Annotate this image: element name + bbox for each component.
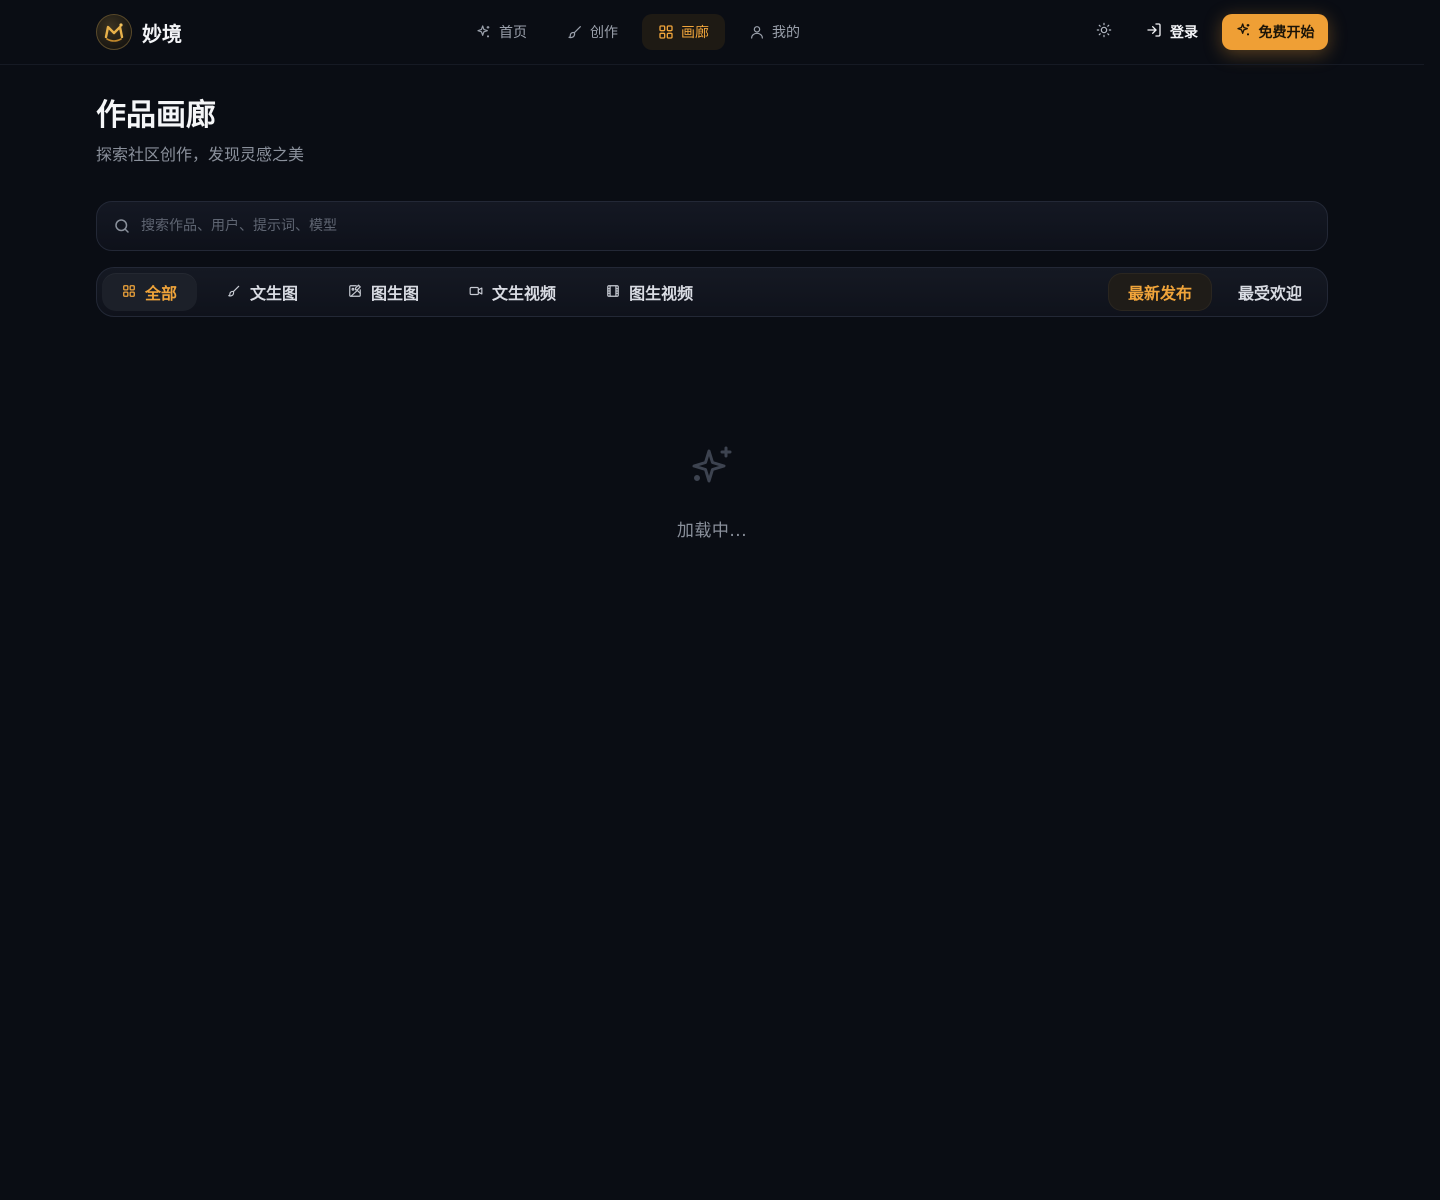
category-chip-text-to-image[interactable]: 文生图	[207, 273, 318, 311]
loading-indicator: 加载中...	[612, 444, 812, 541]
brand-home-link[interactable]: 妙境	[96, 14, 182, 50]
login-button[interactable]: 登录	[1138, 16, 1206, 48]
sun-icon	[1096, 22, 1112, 42]
sparkles-icon	[688, 444, 736, 496]
sort-filter-group: 最新发布 最受欢迎	[1107, 273, 1322, 311]
category-chip-image-to-image[interactable]: 图生图	[328, 273, 439, 311]
nav-item-label: 创作	[590, 25, 618, 41]
nav-item-label: 我的	[772, 25, 800, 41]
theme-toggle-button[interactable]	[1090, 18, 1118, 46]
category-chip-label: 文生图	[250, 284, 299, 303]
main-nav: 首页 创作 画廊 我的	[460, 14, 816, 50]
sparkles-icon	[476, 24, 492, 40]
sort-chip-popular[interactable]: 最受欢迎	[1218, 273, 1322, 311]
sort-chip-latest[interactable]: 最新发布	[1107, 273, 1212, 311]
start-free-button[interactable]: 免费开始	[1222, 14, 1328, 50]
category-chip-label: 全部	[145, 284, 178, 303]
brand-logo-icon	[96, 14, 132, 50]
nav-item-create[interactable]: 创作	[551, 14, 634, 50]
header-divider	[0, 64, 1424, 65]
user-icon	[749, 24, 765, 40]
category-chip-image-to-video[interactable]: 图生视频	[586, 273, 713, 311]
nav-item-label: 画廊	[681, 25, 709, 41]
filter-bar: 全部 文生图 图生图 文生视频 图生视频 最新发布 最受欢迎	[96, 267, 1328, 317]
search-box	[96, 201, 1328, 251]
nav-item-gallery[interactable]: 画廊	[642, 14, 725, 50]
brush-icon	[567, 24, 583, 40]
search-icon	[113, 217, 131, 235]
nav-item-home[interactable]: 首页	[460, 14, 543, 50]
nav-item-mine[interactable]: 我的	[733, 14, 816, 50]
grid-icon	[122, 283, 136, 302]
page-subtitle: 探索社区创作，发现灵感之美	[96, 145, 305, 164]
nav-item-label: 首页	[499, 25, 527, 41]
category-chip-text-to-video[interactable]: 文生视频	[449, 273, 576, 311]
login-label: 登录	[1170, 25, 1198, 41]
category-chip-label: 图生图	[371, 284, 420, 303]
image-edit-icon	[348, 283, 362, 302]
page-title: 作品画廊	[96, 98, 216, 133]
category-filter-group: 全部 文生图 图生图 文生视频 图生视频	[102, 273, 713, 311]
start-label: 免费开始	[1258, 25, 1315, 41]
video-camera-icon	[469, 283, 483, 302]
login-icon	[1146, 22, 1162, 42]
category-chip-label: 文生视频	[492, 284, 557, 303]
category-chip-label: 图生视频	[629, 284, 694, 303]
sparkles-icon	[1236, 22, 1252, 42]
film-icon	[606, 283, 620, 302]
top-navigation-bar: 妙境 首页 创作 画廊 我的 登录 免费开始	[0, 0, 1440, 65]
grid-icon	[658, 24, 674, 40]
brush-icon	[227, 283, 241, 302]
category-chip-all[interactable]: 全部	[102, 273, 198, 311]
loading-text: 加载中...	[676, 521, 748, 541]
brand-name: 妙境	[142, 21, 182, 46]
search-input[interactable]	[139, 202, 1327, 250]
